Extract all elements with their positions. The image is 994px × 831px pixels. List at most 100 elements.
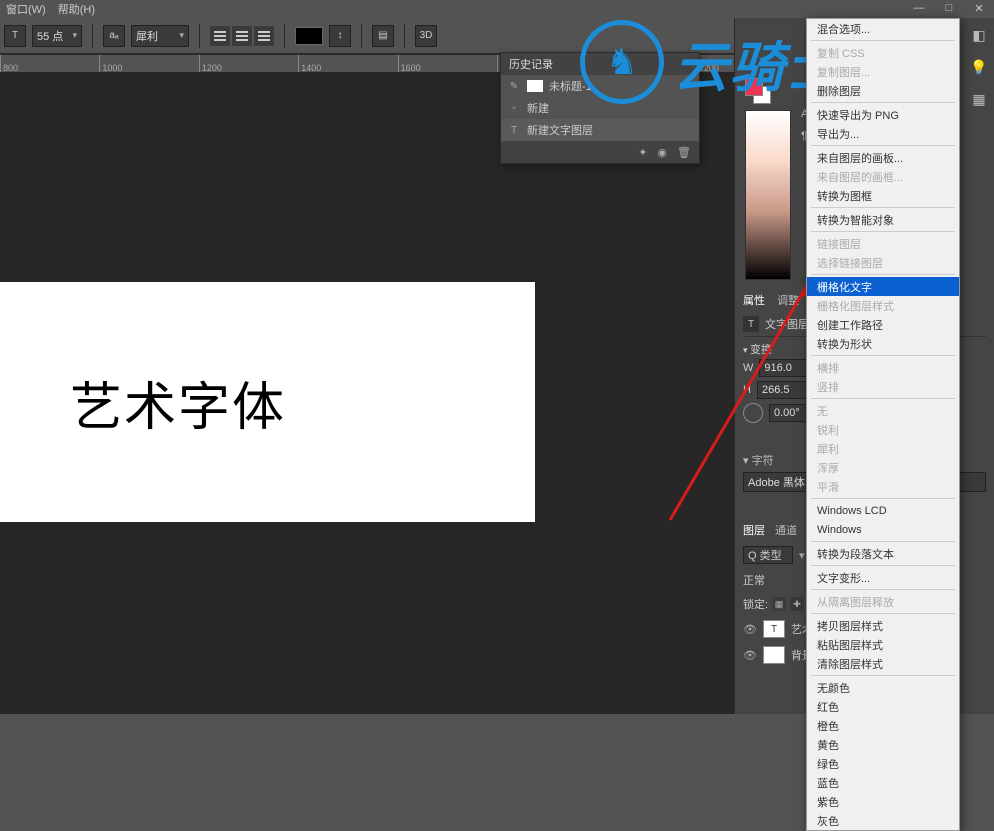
dock-icons: ◧ 💡 ▦ (964, 18, 994, 108)
camera-icon[interactable]: ◉ (657, 146, 667, 159)
menu-item[interactable]: 红色 (807, 697, 959, 716)
antialias-label: aₐ (103, 25, 125, 47)
menu-item[interactable]: 清除图层样式 (807, 654, 959, 673)
height-input[interactable]: 266.5 (757, 381, 807, 399)
menu-item[interactable]: 混合选项... (807, 19, 959, 38)
learn-icon[interactable]: ◧ (970, 26, 988, 44)
history-doc-name: 未标题-1 (549, 78, 592, 94)
menu-item: 横排 (807, 358, 959, 377)
threed-button[interactable]: 3D (415, 25, 437, 47)
tab-channels[interactable]: 通道 (775, 522, 797, 538)
canvas-area[interactable]: 艺术字体 (0, 72, 734, 714)
brush-icon: ✎ (507, 79, 521, 93)
menu-item[interactable]: 创建工作路径 (807, 315, 959, 334)
menu-item[interactable]: 转换为图框 (807, 186, 959, 205)
antialias-dropdown[interactable]: 犀利 (131, 25, 189, 47)
menu-item[interactable]: 橙色 (807, 716, 959, 735)
filter-type-dropdown[interactable]: Q 类型 (743, 546, 793, 564)
history-step-label: 新建 (527, 100, 549, 116)
menu-item: 栅格化图层样式 (807, 296, 959, 315)
tab-layers[interactable]: 图层 (743, 522, 765, 538)
type-layer-icon: T (743, 316, 759, 332)
toggle-panels-button[interactable]: ▤ (372, 25, 394, 47)
tab-adjustments[interactable]: 调整 (777, 292, 799, 308)
blend-mode-dropdown[interactable]: 正常 (743, 572, 765, 588)
menu-item[interactable]: 导出为... (807, 124, 959, 143)
tab-properties[interactable]: 属性 (743, 292, 765, 308)
separator (92, 24, 93, 48)
layer-type-label: 文字图层 (765, 316, 809, 332)
menu-item: 从隔离图层释放 (807, 592, 959, 611)
separator (284, 24, 285, 48)
search-icon[interactable]: 💡 (970, 58, 988, 76)
menu-item[interactable]: 粘贴图层样式 (807, 635, 959, 654)
lock-label: 锁定: (743, 596, 768, 612)
foreground-background-colors[interactable] (745, 78, 771, 104)
menu-item: 复制 CSS (807, 43, 959, 62)
lock-position-icon[interactable]: ✚ (790, 597, 804, 611)
visibility-icon[interactable]: 👁 (743, 649, 757, 662)
history-document-row[interactable]: ✎ 未标题-1 (501, 75, 699, 97)
warp-text-button[interactable]: ↕ (329, 25, 351, 47)
document-icon: ▫ (507, 101, 521, 115)
align-right-button[interactable] (254, 26, 274, 46)
color-swatch-area (745, 78, 805, 280)
trash-icon[interactable]: 🗑 (677, 146, 691, 159)
ruler-tick: 800 (0, 55, 99, 72)
menu-item[interactable]: 转换为智能对象 (807, 210, 959, 229)
snapshot-icon[interactable]: ✦ (638, 146, 647, 159)
menu-item[interactable]: 黄色 (807, 735, 959, 754)
width-input[interactable]: 916.0 (759, 359, 809, 377)
menu-item[interactable]: 栅格化文字 (807, 277, 959, 296)
menu-separator (811, 613, 955, 614)
font-size-dropdown[interactable]: 55 点 (32, 25, 82, 47)
menu-item[interactable]: 灰色 (807, 811, 959, 830)
maximize-button[interactable]: □ (934, 0, 964, 16)
text-color-swatch[interactable] (295, 27, 323, 45)
libraries-icon[interactable]: ▦ (970, 90, 988, 108)
color-gradient-picker[interactable] (745, 110, 791, 280)
menu-item: 锐利 (807, 420, 959, 439)
menu-item[interactable]: 无颜色 (807, 678, 959, 697)
separator (199, 24, 200, 48)
history-panel-title[interactable]: 历史记录 (501, 53, 699, 75)
menu-item: 来自图层的画框... (807, 167, 959, 186)
menu-help[interactable]: 帮助(H) (58, 1, 95, 17)
menu-separator (811, 355, 955, 356)
type-tool-preset[interactable]: T (4, 25, 26, 47)
history-step-label: 新建文字图层 (527, 122, 593, 138)
text-layer-content[interactable]: 艺术字体 (70, 365, 286, 440)
menu-item[interactable]: 绿色 (807, 754, 959, 773)
menu-item: 浑厚 (807, 458, 959, 477)
align-center-button[interactable] (232, 26, 252, 46)
lock-pixels-icon[interactable]: ▦ (772, 597, 786, 611)
menu-item[interactable]: 转换为段落文本 (807, 544, 959, 563)
history-step[interactable]: T 新建文字图层 (501, 119, 699, 141)
visibility-icon[interactable]: 👁 (743, 623, 757, 636)
text-align-group (210, 26, 274, 46)
menu-separator (811, 589, 955, 590)
menu-item[interactable]: Windows LCD (807, 501, 959, 520)
layer-context-menu: 混合选项...复制 CSS复制图层...删除图层快速导出为 PNG导出为...来… (806, 18, 960, 831)
align-left-button[interactable] (210, 26, 230, 46)
menu-item[interactable]: 来自图层的画板... (807, 148, 959, 167)
menu-item[interactable]: 紫色 (807, 792, 959, 811)
menu-item[interactable]: 蓝色 (807, 773, 959, 792)
menu-item[interactable]: 删除图层 (807, 81, 959, 100)
menu-item[interactable]: 文字变形... (807, 568, 959, 587)
history-step[interactable]: ▫ 新建 (501, 97, 699, 119)
foreground-color[interactable] (745, 78, 763, 96)
height-label: H (743, 384, 751, 396)
menu-item[interactable]: 拷贝图层样式 (807, 616, 959, 635)
menu-item[interactable]: Windows (807, 520, 959, 539)
width-label: W (743, 362, 753, 374)
menu-window[interactable]: 窗口(W) (6, 1, 46, 17)
close-button[interactable]: ✕ (964, 0, 994, 16)
document-canvas[interactable]: 艺术字体 (0, 282, 535, 522)
minimize-button[interactable]: — (904, 0, 934, 16)
menu-item[interactable]: 转换为形状 (807, 334, 959, 353)
menu-separator (811, 102, 955, 103)
menu-item[interactable]: 快速导出为 PNG (807, 105, 959, 124)
menu-separator (811, 145, 955, 146)
menu-separator (811, 541, 955, 542)
